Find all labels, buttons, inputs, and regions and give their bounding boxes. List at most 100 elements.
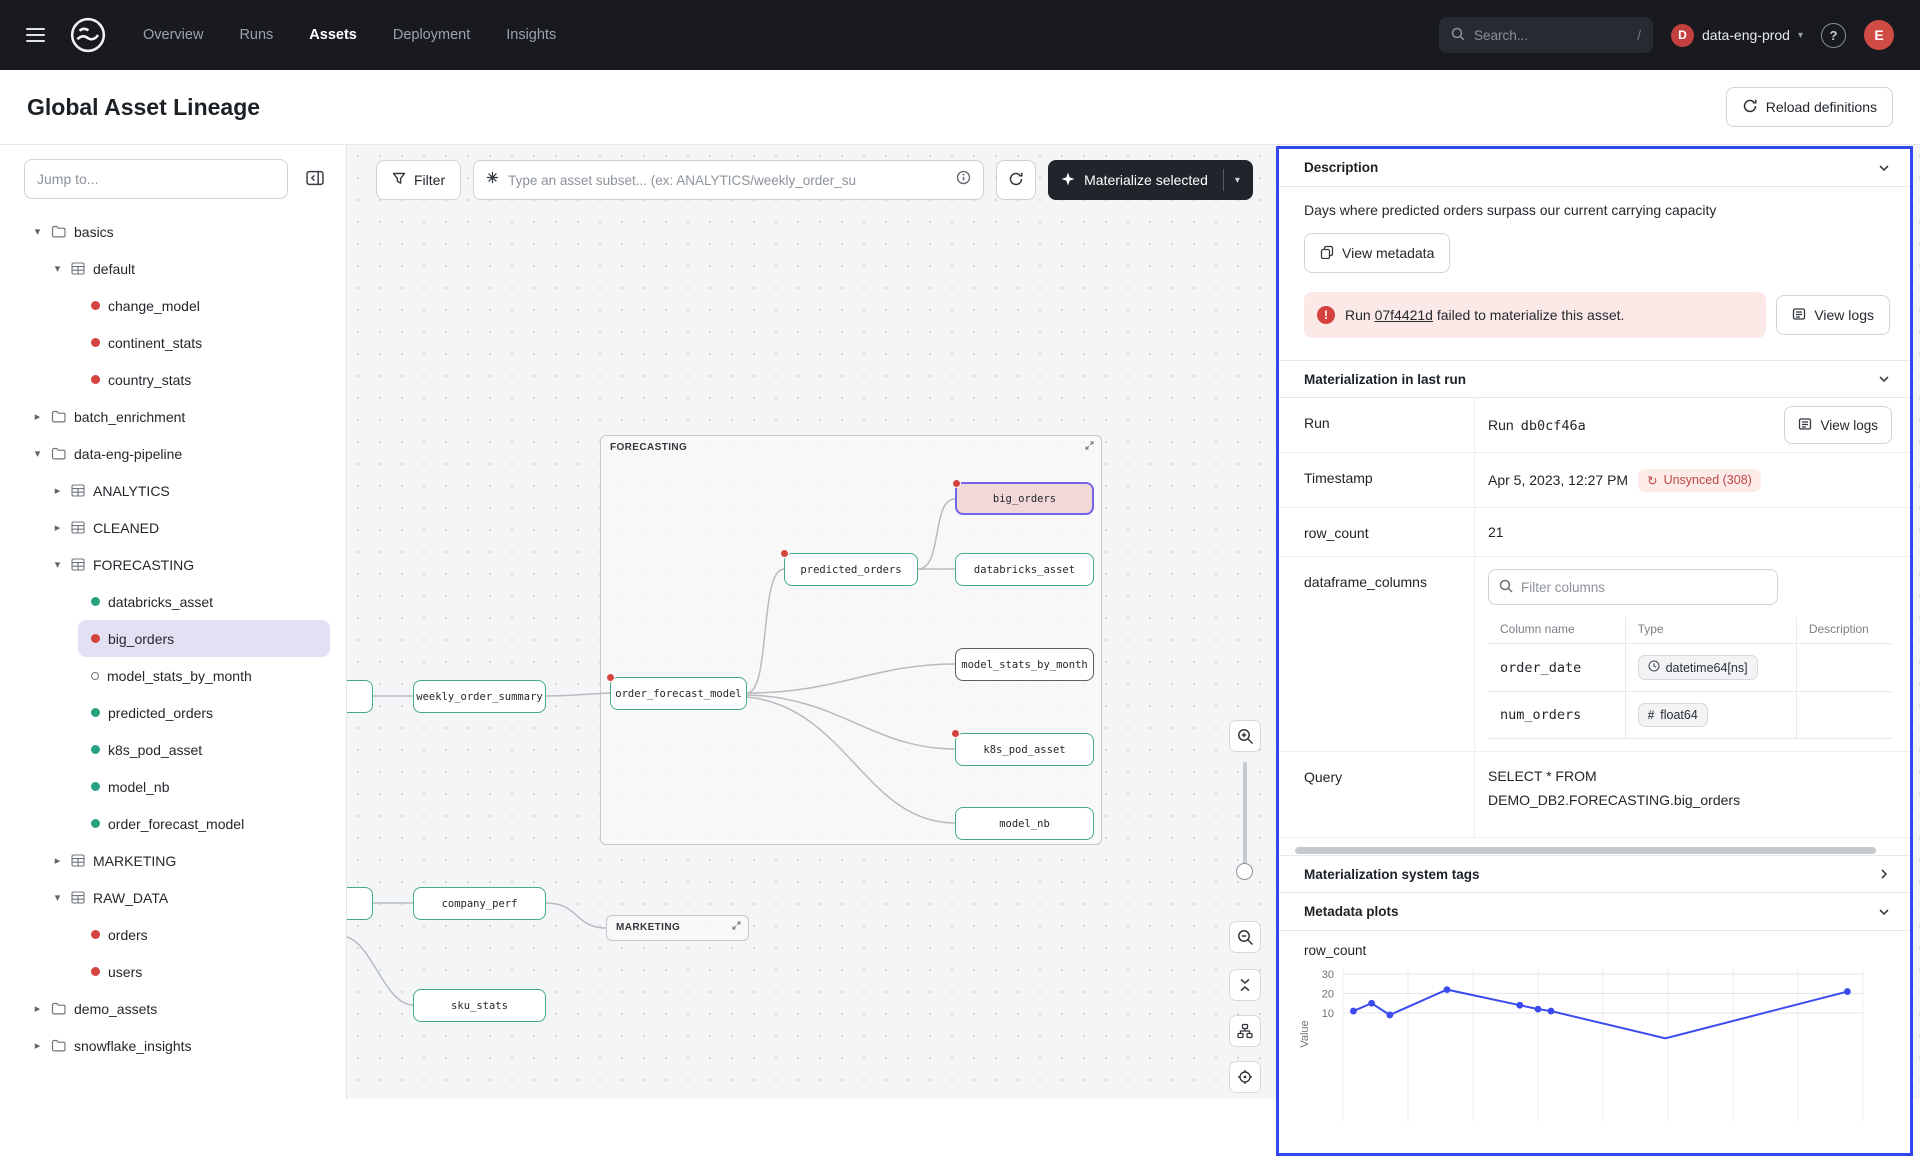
global-search-input[interactable]: Search... / xyxy=(1439,17,1653,53)
tree-item-demo_assets[interactable]: ▸demo_assets xyxy=(0,990,346,1027)
asset-node-big_orders[interactable]: big_orders xyxy=(955,482,1094,515)
materialize-selected-button[interactable]: Materialize selected ▾ xyxy=(1048,160,1253,200)
chevron-down-icon[interactable]: ▾ xyxy=(1235,175,1240,186)
dagster-logo[interactable] xyxy=(69,16,107,54)
zoom-slider-knob[interactable] xyxy=(1236,863,1253,880)
tree-item-FORECASTING[interactable]: ▾FORECASTING xyxy=(0,546,346,583)
materialization-section-header[interactable]: Materialization in last run xyxy=(1279,360,1910,398)
asset-node-label: order_forecast_model xyxy=(615,688,741,700)
asset-node-model_stats_by_month[interactable]: model_stats_by_month xyxy=(955,648,1094,681)
description-section-header[interactable]: Description xyxy=(1279,149,1910,187)
search-icon xyxy=(1499,579,1513,596)
jump-to-input[interactable] xyxy=(24,159,288,199)
tree-item-RAW_DATA[interactable]: ▾RAW_DATA xyxy=(0,879,346,916)
tree-item-order_forecast_model[interactable]: order_forecast_model xyxy=(78,805,330,842)
caret-icon[interactable]: ▸ xyxy=(32,1002,43,1015)
tree-item-label: MARKETING xyxy=(93,853,176,869)
run-id-link[interactable]: db0cf46a xyxy=(1521,418,1586,434)
caret-icon[interactable]: ▸ xyxy=(32,1039,43,1052)
filter-columns-input[interactable] xyxy=(1488,569,1778,605)
asset-node-databricks_asset[interactable]: databricks_asset xyxy=(955,553,1094,586)
tree-item-basics[interactable]: ▾basics xyxy=(0,213,346,250)
asset-node-partial[interactable] xyxy=(347,887,373,920)
tree-item-big_orders[interactable]: big_orders xyxy=(78,620,330,657)
caret-icon[interactable]: ▾ xyxy=(52,262,63,275)
tree-item-data-eng-pipeline[interactable]: ▾data-eng-pipeline xyxy=(0,435,346,472)
filter-columns-field[interactable] xyxy=(1521,580,1767,595)
tree-item-label: orders xyxy=(108,927,148,943)
recenter-button[interactable] xyxy=(1229,1061,1261,1093)
folder-icon xyxy=(51,1002,66,1015)
asset-node-model_nb[interactable]: model_nb xyxy=(955,807,1094,840)
zoom-in-button[interactable] xyxy=(1229,720,1261,752)
tree-item-model_nb[interactable]: model_nb xyxy=(78,768,330,805)
menu-icon[interactable] xyxy=(26,28,45,42)
tree-item-model_stats_by_month[interactable]: model_stats_by_month xyxy=(78,657,330,694)
user-avatar[interactable]: E xyxy=(1864,20,1894,50)
layout-button[interactable] xyxy=(1229,1015,1261,1047)
help-icon[interactable]: ? xyxy=(1821,23,1846,48)
failed-run-link[interactable]: 07f4421d xyxy=(1375,307,1433,323)
asset-subset-input[interactable]: Type an asset subset... (ex: ANALYTICS/w… xyxy=(473,160,984,200)
horizontal-scrollbar[interactable] xyxy=(1295,847,1894,855)
tree-item-databricks_asset[interactable]: databricks_asset xyxy=(78,583,330,620)
tree-item-batch_enrichment[interactable]: ▸batch_enrichment xyxy=(0,398,346,435)
query-label: Query xyxy=(1279,752,1475,837)
tree-item-ANALYTICS[interactable]: ▸ANALYTICS xyxy=(0,472,346,509)
tree-item-CLEANED[interactable]: ▸CLEANED xyxy=(0,509,346,546)
asset-node-predicted_orders[interactable]: predicted_orders xyxy=(784,553,918,586)
deployment-switcher[interactable]: D data-eng-prod ▾ xyxy=(1671,24,1803,47)
metadata-plots-section-header[interactable]: Metadata plots xyxy=(1279,893,1910,931)
tree-item-country_stats[interactable]: country_stats xyxy=(78,361,330,398)
caret-icon[interactable]: ▸ xyxy=(52,484,63,497)
asset-node-label: k8s_pod_asset xyxy=(983,744,1065,756)
tree-item-default[interactable]: ▾default xyxy=(0,250,346,287)
tree-item-k8s_pod_asset[interactable]: k8s_pod_asset xyxy=(78,731,330,768)
nav-insights[interactable]: Insights xyxy=(506,27,556,43)
row-count-label: row_count xyxy=(1279,508,1475,556)
tree-item-predicted_orders[interactable]: predicted_orders xyxy=(78,694,330,731)
collapse-groups-button[interactable] xyxy=(1229,969,1261,1001)
nav-runs[interactable]: Runs xyxy=(239,27,273,43)
asset-node-weekly_order_summary[interactable]: weekly_order_summary xyxy=(413,680,546,713)
view-metadata-button[interactable]: View metadata xyxy=(1304,233,1450,273)
asset-node-sku_stats[interactable]: sku_stats xyxy=(413,989,546,1022)
caret-icon[interactable]: ▸ xyxy=(32,410,43,423)
sparkle-icon xyxy=(1061,172,1075,189)
view-logs-button[interactable]: View logs xyxy=(1776,295,1890,335)
tree-item-users[interactable]: users xyxy=(78,953,330,990)
zoom-out-button[interactable] xyxy=(1229,921,1261,953)
caret-icon[interactable]: ▸ xyxy=(52,521,63,534)
view-logs-button-row[interactable]: View logs xyxy=(1784,406,1892,444)
caret-icon[interactable]: ▾ xyxy=(52,558,63,571)
tree-item-snowflake_insights[interactable]: ▸snowflake_insights xyxy=(0,1027,346,1064)
asset-node-partial[interactable] xyxy=(347,680,373,713)
tree-item-change_model[interactable]: change_model xyxy=(78,287,330,324)
zoom-slider-track[interactable] xyxy=(1243,762,1247,866)
tree-item-MARKETING[interactable]: ▸ MARKETING xyxy=(0,842,346,879)
caret-icon[interactable]: ▾ xyxy=(52,891,63,904)
asset-node-order_forecast_model[interactable]: order_forecast_model xyxy=(610,677,747,710)
nav-assets[interactable]: Assets xyxy=(309,27,357,43)
filter-button[interactable]: Filter xyxy=(376,160,461,200)
asset-node-company_perf[interactable]: company_perf xyxy=(413,887,546,920)
info-icon[interactable] xyxy=(956,170,971,190)
collapse-sidebar-button[interactable] xyxy=(296,160,334,198)
tree-item-continent_stats[interactable]: continent_stats xyxy=(78,324,330,361)
nav-deployment[interactable]: Deployment xyxy=(393,27,470,43)
chevron-down-icon: ▾ xyxy=(1798,30,1803,41)
system-tags-section-header[interactable]: Materialization system tags xyxy=(1279,855,1910,893)
dataframe-columns-label: dataframe_columns xyxy=(1279,557,1475,751)
tree-item-orders[interactable]: orders xyxy=(78,916,330,953)
nav-overview[interactable]: Overview xyxy=(143,27,203,43)
caret-icon[interactable]: ▾ xyxy=(32,447,43,460)
unsynced-badge[interactable]: ↻ Unsynced (308) xyxy=(1638,469,1761,492)
asset-node-k8s_pod_asset[interactable]: k8s_pod_asset xyxy=(955,733,1094,766)
status-dot-green xyxy=(91,708,100,717)
caret-icon[interactable]: ▸ xyxy=(52,854,63,867)
reload-definitions-button[interactable]: Reload definitions xyxy=(1726,87,1893,127)
refresh-graph-button[interactable] xyxy=(996,160,1036,200)
chevron-down-icon xyxy=(1878,164,1890,172)
caret-icon[interactable]: ▾ xyxy=(32,225,43,238)
scrollbar-thumb[interactable] xyxy=(1295,847,1876,854)
